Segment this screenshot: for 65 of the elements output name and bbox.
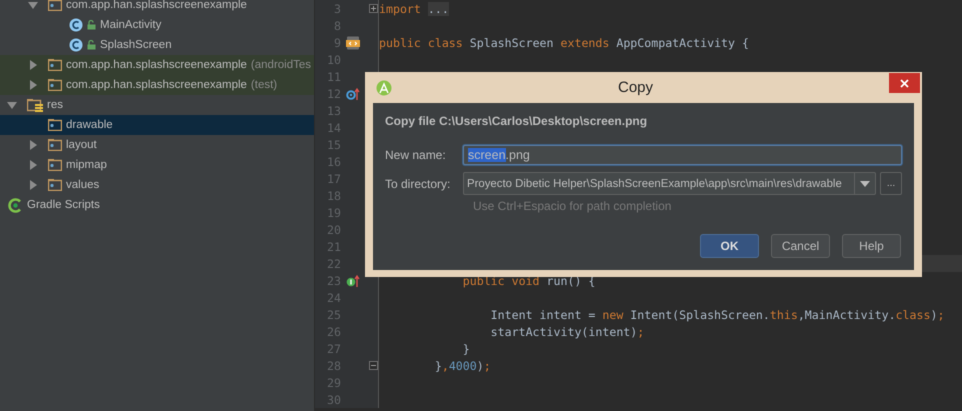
class-icon [69, 38, 83, 52]
resource-folder-icon [27, 98, 43, 112]
folder-icon [48, 159, 62, 171]
collapsed-arrow-icon[interactable] [28, 180, 38, 190]
tree-item-label[interactable]: MainActivity [100, 19, 162, 31]
override-method-icon [346, 86, 360, 100]
close-button[interactable] [889, 73, 920, 93]
tree-row[interactable]: com.app.han.splashscreenexample (test) [0, 75, 314, 95]
folder-icon [48, 59, 62, 71]
name-field[interactable]: screen.png [463, 145, 902, 165]
tree-item-suffix: (test) [250, 79, 278, 91]
dialog-button[interactable]: Help [842, 234, 901, 258]
code-line: } [462, 342, 470, 356]
tree-item-label[interactable]: SplashScreen [100, 39, 172, 51]
tree-item-label[interactable]: Gradle Scripts [27, 199, 100, 211]
tree-row[interactable]: values [0, 175, 314, 195]
fold-expand-icon[interactable] [369, 4, 378, 13]
tree-item-label[interactable]: com.app.han.splashscreenexample [66, 59, 247, 71]
dialog-heading: Copy file C:\Users\Carlos\Desktop\screen.png [385, 114, 648, 128]
code-line: startActivity(intent); [490, 324, 644, 338]
android-studio-icon [376, 80, 392, 96]
selected-tree-row[interactable]: drawable [0, 115, 314, 135]
hint-text: Use Ctrl+Espacio for path completion [473, 199, 672, 213]
folder-icon [48, 119, 62, 131]
dialog-title: Copy [616, 79, 654, 96]
collapsed-arrow-icon[interactable] [28, 140, 38, 150]
dropdown-arrow-icon[interactable] [860, 180, 870, 186]
implement-method-icon [346, 274, 360, 288]
collapsed-arrow-icon[interactable] [28, 80, 38, 90]
close-icon [900, 78, 909, 88]
folder-icon [48, 79, 62, 91]
code-line: Intent intent = new Intent(SplashScreen.this,MainActivity.class); [490, 308, 944, 322]
tree-row[interactable]: com.app.han.splashscreenexample (androidTes [0, 55, 314, 75]
unlocked-padlock-icon [87, 20, 96, 30]
expanded-arrow-icon[interactable] [28, 0, 38, 10]
tree-item-label[interactable]: mipmap [66, 159, 107, 171]
field-label: New name: [385, 148, 447, 162]
folder-icon [48, 0, 62, 11]
tree-item-label[interactable]: res [47, 99, 63, 111]
field-label: To directory: [385, 176, 452, 190]
directory-combo-box[interactable]: Proyecto Dibetic Helper\SplashScreenExample\app\src\main\res\drawable [463, 172, 876, 195]
tree-item-label[interactable]: values [66, 179, 100, 191]
dialog-button[interactable]: OK [700, 234, 759, 258]
tree-row[interactable]: layout [0, 135, 314, 155]
browse-button[interactable]: ... [880, 172, 902, 195]
folder-icon [48, 179, 62, 191]
tree-row[interactable]: mipmap [0, 155, 314, 175]
expanded-arrow-icon[interactable] [7, 100, 17, 110]
gradle-icon [8, 198, 23, 212]
folder-icon [48, 139, 62, 151]
tree-item-label[interactable]: com.app.han.splashscreenexample [66, 0, 247, 11]
tree-item-suffix: (androidTes [250, 59, 312, 71]
class-icon [69, 18, 83, 32]
code-line: public class SplashScreen extends AppCompatActivity { [379, 36, 749, 50]
collapsed-arrow-icon[interactable] [28, 60, 38, 70]
unlocked-padlock-icon [87, 40, 96, 50]
class-file-icon [346, 36, 360, 50]
collapsed-arrow-icon[interactable] [28, 160, 38, 170]
fold-collapse-icon[interactable] [369, 361, 378, 370]
tree-item-label[interactable]: layout [66, 139, 97, 151]
tree-item-label[interactable]: drawable [66, 119, 113, 131]
dialog-button[interactable]: Cancel [771, 234, 830, 258]
tree-item-label[interactable]: com.app.han.splashscreenexample [66, 79, 247, 91]
code-line: import ... [379, 2, 449, 16]
code-line: },4000); [434, 358, 491, 372]
